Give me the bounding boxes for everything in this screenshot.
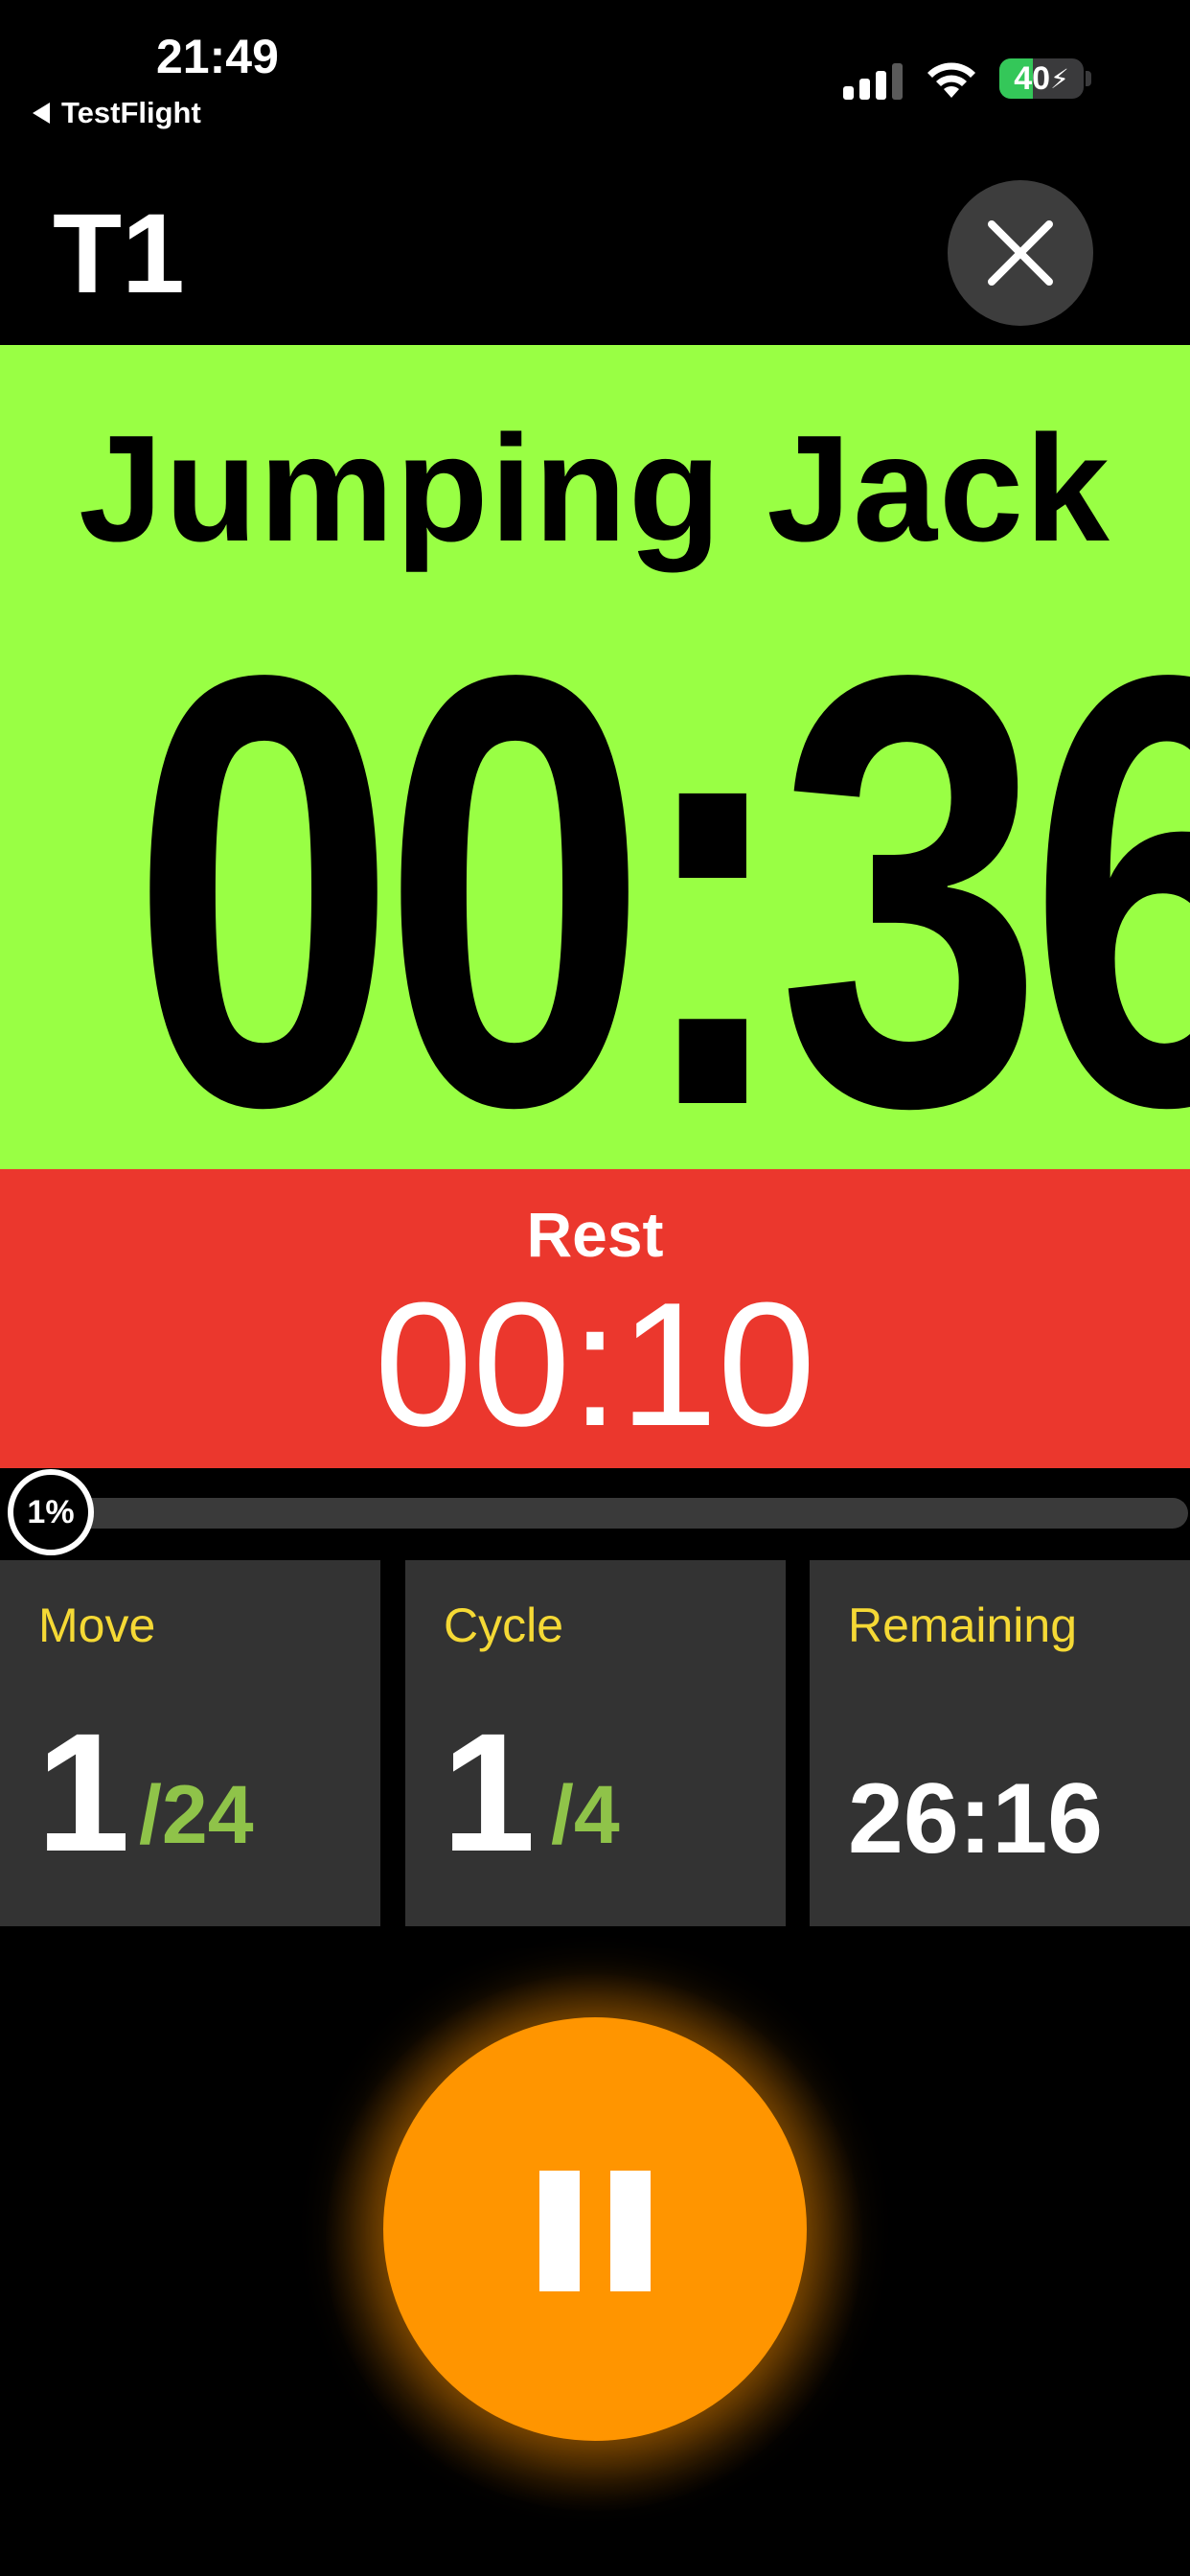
battery-icon: 40 ⚡ [999,58,1084,99]
move-total: /24 [139,1769,254,1861]
rest-timer: 00:10 [374,1265,816,1462]
cycle-current: 1 [442,1699,536,1887]
remaining-time: 26:16 [848,1763,1103,1874]
status-time: 21:49 [156,30,279,83]
back-app-label: TestFlight [61,96,201,129]
back-arrow-icon [33,103,50,124]
wifi-icon [927,62,975,98]
remaining-label: Remaining [848,1598,1078,1652]
cycle-stat-card: Cycle 1 /4 [405,1560,786,1926]
rest-panel: Rest 00:10 [0,1169,1190,1468]
cycle-label: Cycle [444,1598,564,1652]
rest-label: Rest [526,1199,664,1270]
battery-level: 40 ⚡ [1014,59,1069,97]
battery-cap [1086,71,1091,86]
exercise-timer: 00:36 [130,548,1190,1233]
progress-indicator[interactable]: 1% [8,1469,94,1555]
close-button[interactable] [948,180,1093,326]
cellular-signal-icon [843,61,904,100]
back-to-app-link[interactable]: TestFlight [33,96,201,130]
move-current: 1 [36,1699,130,1887]
move-stat-card: Move 1 /24 [0,1560,380,1926]
close-icon [988,220,1053,286]
workout-title: T1 [53,191,185,317]
progress-bar[interactable] [38,1498,1188,1529]
workout-screen: 21:49 TestFlight 40 ⚡ T1 Jumping Jack 00:… [0,0,1190,2576]
cycle-total: /4 [551,1769,620,1861]
move-label: Move [38,1598,156,1652]
pause-button[interactable] [383,2017,807,2441]
exercise-panel: Jumping Jack 00:36 [0,345,1190,1233]
pause-icon [539,2171,651,2291]
remaining-stat-card: Remaining 26:16 [810,1560,1190,1926]
